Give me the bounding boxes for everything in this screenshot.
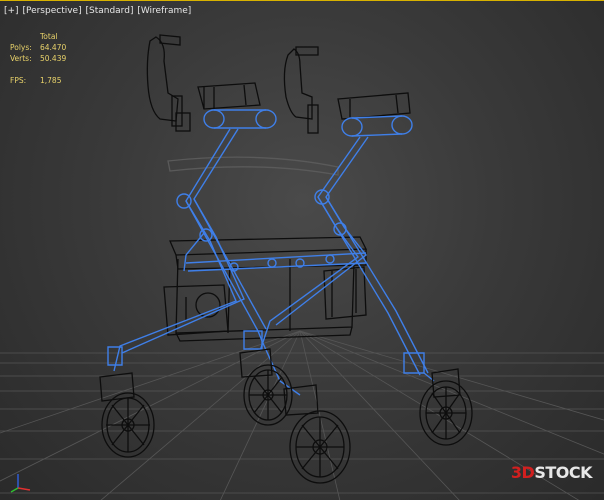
axis-gizmo-icon xyxy=(10,474,31,493)
watermark-suffix: STOCK xyxy=(534,463,592,482)
watermark-prefix: 3D xyxy=(510,463,535,482)
viewport-view-button[interactable]: [Perspective] xyxy=(22,6,81,16)
verts-label: Verts: xyxy=(10,54,32,63)
viewport-shading-mode-button[interactable]: [Wireframe] xyxy=(137,6,191,16)
viewport-menu-button[interactable]: [+] xyxy=(4,6,19,16)
stats-header: Total xyxy=(40,32,58,41)
fps-label: FPS: xyxy=(10,76,27,85)
scene-canvas[interactable] xyxy=(0,1,604,500)
handles-wireframe xyxy=(146,34,411,342)
perspective-viewport[interactable]: [+] [Perspective] [Standard] [Wireframe]… xyxy=(0,0,604,500)
viewport-shading-preset-button[interactable]: [Standard] xyxy=(85,6,133,16)
polys-value: 64.470 xyxy=(40,43,67,52)
viewport-label: [+] [Perspective] [Standard] [Wireframe] xyxy=(4,6,192,16)
fps-value: 1,785 xyxy=(40,76,62,85)
verts-value: 50.439 xyxy=(40,54,67,63)
polys-label: Polys: xyxy=(10,43,32,52)
brand-watermark: 3DSTOCK xyxy=(510,463,593,482)
statistics-overlay: Total Polys: 64.470 Verts: 50.439 FPS: 1… xyxy=(10,31,66,86)
